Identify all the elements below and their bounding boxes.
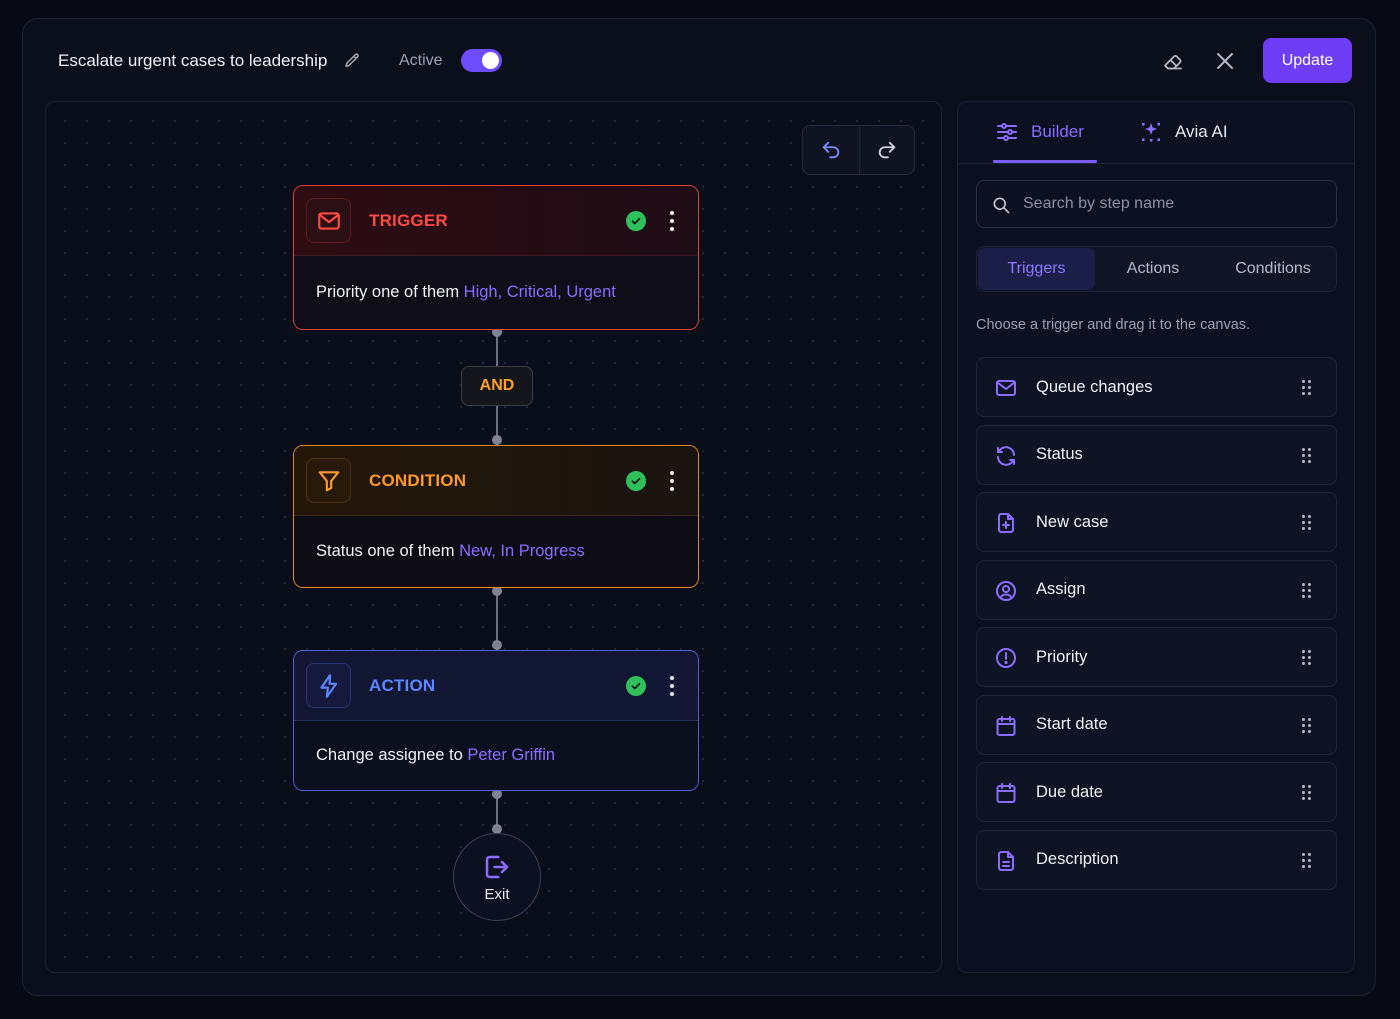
condition-node-header: CONDITION: [294, 446, 698, 515]
trigger-item-start-date[interactable]: Start date: [976, 694, 1337, 755]
drag-handle-icon[interactable]: [1302, 717, 1312, 734]
trigger-item-assign[interactable]: Assign: [976, 559, 1337, 620]
list-item-label: Assign: [1036, 580, 1086, 598]
action-value[interactable]: Peter Griffin: [467, 746, 555, 765]
trigger-item-queue-changes[interactable]: Queue changes: [976, 357, 1337, 417]
tab-conditions[interactable]: Conditions: [1211, 248, 1335, 290]
file-plus-icon: [993, 510, 1019, 536]
check-icon: [626, 471, 646, 491]
condition-node-title: CONDITION: [369, 470, 467, 490]
action-text: Change assignee to: [316, 746, 463, 764]
trigger-node-header: TRIGGER: [294, 186, 698, 255]
connector-dot: [492, 640, 502, 650]
trigger-node-title: TRIGGER: [369, 210, 448, 230]
action-node[interactable]: ACTION Change assignee to Peter Griffin: [293, 650, 699, 791]
trigger-item-new-case[interactable]: New case: [976, 492, 1337, 552]
undo-button[interactable]: [803, 126, 859, 174]
action-node-title: ACTION: [369, 675, 436, 695]
update-button[interactable]: Update: [1263, 38, 1352, 83]
step-type-tabs: Triggers Actions Conditions: [976, 246, 1337, 292]
alert-circle-icon: [993, 645, 1019, 671]
condition-value[interactable]: New, In Progress: [459, 542, 585, 561]
eraser-icon[interactable]: [1161, 49, 1185, 73]
trigger-value[interactable]: High, Critical, Urgent: [464, 283, 616, 302]
exit-node[interactable]: Exit: [453, 833, 541, 921]
history-controls: [802, 125, 915, 175]
list-item-label: Description: [1036, 850, 1119, 868]
list-item-label: Start date: [1036, 715, 1108, 733]
step-library-panel: Builder Avia AI Triggers Actions Conditi…: [957, 101, 1355, 973]
mail-icon: [306, 198, 351, 243]
condition-text: Status one of them: [316, 542, 455, 560]
drag-handle-icon[interactable]: [1302, 380, 1312, 396]
tab-builder-label: Builder: [1031, 122, 1084, 141]
more-options-icon[interactable]: [664, 469, 680, 493]
list-item-label: Due date: [1036, 782, 1103, 801]
sparkle-icon: [1142, 123, 1160, 142]
step-search: [976, 180, 1337, 228]
user-circle-icon: [993, 578, 1019, 604]
trigger-node[interactable]: TRIGGER Priority one of them High, Criti…: [293, 185, 699, 330]
refresh-icon: [993, 443, 1019, 469]
action-node-body: Change assignee to Peter Griffin: [294, 720, 698, 790]
exit-label: Exit: [484, 885, 510, 903]
undo-icon: [822, 141, 839, 159]
drag-handle-icon[interactable]: [1302, 515, 1312, 531]
pencil-icon[interactable]: [343, 52, 361, 70]
check-icon: [626, 211, 646, 231]
toggle-knob: [482, 52, 499, 69]
drag-handle-icon[interactable]: [1302, 582, 1312, 599]
filter-icon: [306, 458, 351, 503]
condition-node-body: Status one of them New, In Progress: [294, 515, 698, 587]
close-icon[interactable]: [1213, 49, 1237, 73]
workflow-canvas[interactable]: TRIGGER Priority one of them High, Criti…: [45, 101, 942, 973]
calendar-icon: [993, 780, 1019, 806]
workflow-title: Escalate urgent cases to leadership: [58, 51, 328, 70]
active-toggle[interactable]: [461, 49, 502, 72]
list-item-label: New case: [1036, 512, 1109, 531]
drag-handle-icon[interactable]: [1302, 650, 1312, 666]
lightning-icon: [306, 663, 351, 708]
search-icon: [993, 197, 1010, 214]
trigger-item-priority[interactable]: Priority: [976, 627, 1337, 687]
active-tab-indicator: [993, 160, 1097, 163]
trigger-item-description[interactable]: Description: [976, 829, 1337, 890]
tab-builder[interactable]: Builder: [995, 120, 1084, 144]
list-item-label: Queue changes: [1036, 377, 1153, 396]
connector-dot: [492, 435, 502, 445]
drag-handle-icon[interactable]: [1302, 852, 1312, 869]
document-icon: [993, 848, 1019, 874]
action-node-header: ACTION: [294, 651, 698, 720]
list-item-label: Priority: [1036, 647, 1088, 666]
trigger-node-body: Priority one of them High, Critical, Urg…: [294, 255, 698, 329]
trigger-item-status[interactable]: Status: [976, 424, 1337, 485]
redo-icon: [878, 141, 895, 159]
redo-button[interactable]: [858, 126, 915, 174]
sliders-icon: [997, 123, 1017, 141]
panel-tabs: Builder Avia AI: [958, 102, 1354, 164]
more-options-icon[interactable]: [664, 674, 680, 698]
tab-avia-ai[interactable]: Avia AI: [1139, 120, 1228, 144]
tab-triggers[interactable]: Triggers: [978, 248, 1095, 290]
and-operator-badge[interactable]: AND: [461, 366, 533, 406]
workflow-editor-window: Escalate urgent cases to leadership Acti…: [22, 18, 1376, 996]
exit-icon: [485, 855, 509, 878]
search-input[interactable]: [1023, 181, 1323, 227]
trigger-text: Priority one of them: [316, 283, 460, 301]
check-icon: [626, 676, 646, 696]
drag-handle-icon[interactable]: [1302, 447, 1312, 464]
list-item-label: Status: [1036, 445, 1083, 463]
tab-actions[interactable]: Actions: [1095, 248, 1211, 290]
condition-node[interactable]: CONDITION Status one of them New, In Pro…: [293, 445, 699, 588]
more-options-icon[interactable]: [664, 209, 680, 233]
active-label: Active: [399, 52, 443, 69]
tab-avia-ai-label: Avia AI: [1175, 122, 1228, 141]
trigger-item-due-date[interactable]: Due date: [976, 762, 1337, 822]
mail-icon: [993, 375, 1019, 401]
panel-hint: Choose a trigger and drag it to the canv…: [976, 317, 1251, 333]
calendar-icon: [993, 713, 1019, 739]
trigger-list: Queue changes Status New case Assign Pri: [976, 357, 1337, 897]
drag-handle-icon[interactable]: [1302, 785, 1312, 801]
